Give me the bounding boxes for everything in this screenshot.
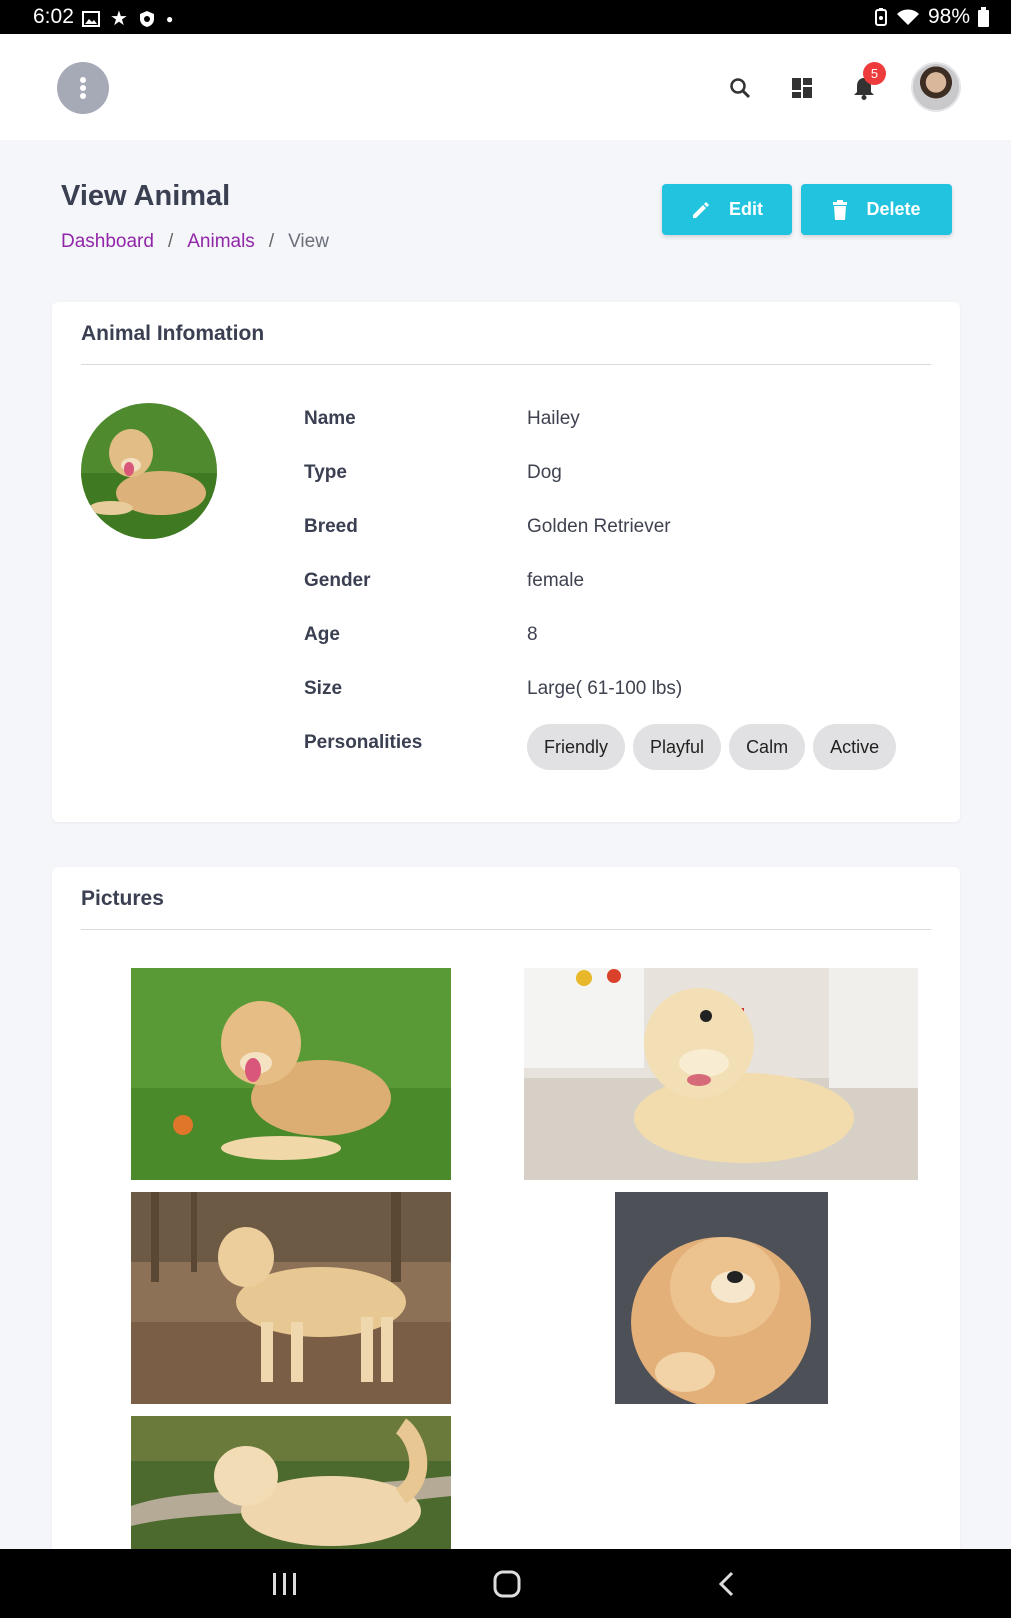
breadcrumb-animals[interactable]: Animals <box>187 231 255 253</box>
breadcrumb-dashboard[interactable]: Dashboard <box>61 231 154 253</box>
dot-icon: ● <box>165 11 174 26</box>
dashboard-icon <box>792 78 812 98</box>
gallery-photo[interactable] <box>524 968 918 1180</box>
battery-icon <box>978 7 989 27</box>
field-value: Golden Retriever <box>527 516 671 537</box>
gallery-photo[interactable] <box>131 1192 451 1404</box>
notification-badge: 5 <box>863 62 886 85</box>
field-label: Size <box>304 678 343 699</box>
divider <box>81 929 931 930</box>
status-time: 6:02 <box>33 5 74 28</box>
status-notification-icons: ★ ● <box>82 6 173 31</box>
personality-chip: Friendly <box>527 724 626 770</box>
personality-chips: Friendly Playful Calm Active <box>527 724 897 770</box>
field-label: Breed <box>304 516 358 537</box>
dashboard-button[interactable] <box>785 71 819 105</box>
user-avatar[interactable] <box>911 62 961 112</box>
dog-on-floor-photo <box>524 968 918 1180</box>
search-icon <box>730 78 751 99</box>
field-label: Age <box>304 624 340 645</box>
app-bar: 5 <box>0 34 1011 140</box>
dog-in-forest-photo <box>131 1192 451 1404</box>
field-value: Large( 61-100 lbs) <box>527 678 683 699</box>
personality-chip: Active <box>813 724 897 770</box>
status-system-icons: 98% <box>874 5 989 29</box>
back-icon <box>718 1571 734 1597</box>
recent-apps-icon <box>273 1573 296 1595</box>
status-bar: 6:02 ★ ● 98% <box>0 0 1011 34</box>
image-icon <box>82 10 100 27</box>
battery-saver-icon <box>874 8 887 26</box>
breadcrumb-separator: / <box>167 231 174 252</box>
field-label: Gender <box>304 570 371 591</box>
gallery-photo[interactable] <box>131 1416 451 1549</box>
field-value: Dog <box>527 462 562 483</box>
home-button[interactable] <box>492 1569 522 1599</box>
divider <box>81 364 931 365</box>
dog-on-back-photo <box>615 1192 828 1404</box>
trash-icon <box>833 199 848 220</box>
field-value: female <box>527 570 585 591</box>
shield-icon <box>139 10 154 27</box>
dog-on-path-photo <box>131 1416 451 1549</box>
home-icon <box>493 1570 521 1598</box>
edit-button-label: Edit <box>729 199 763 219</box>
field-label: Name <box>304 408 356 429</box>
personality-chip: Playful <box>633 724 722 770</box>
pencil-icon <box>693 201 709 218</box>
gallery-photo[interactable] <box>615 1192 828 1404</box>
system-nav-bar <box>0 1549 1011 1618</box>
vertical-dots-icon <box>80 77 86 99</box>
recent-apps-button[interactable] <box>270 1571 300 1597</box>
page-title: View Animal <box>61 180 231 212</box>
animal-info-title: Animal Infomation <box>81 322 265 345</box>
breadcrumb: Dashboard / Animals / View <box>61 231 329 253</box>
more-menu-button[interactable] <box>57 62 109 114</box>
search-button[interactable] <box>723 71 757 105</box>
star-icon: ★ <box>110 8 128 30</box>
delete-button-label: Delete <box>866 199 921 219</box>
animal-avatar-photo <box>81 403 217 539</box>
delete-button[interactable]: Delete <box>801 184 952 235</box>
breadcrumb-view: View <box>288 231 329 252</box>
edit-button[interactable]: Edit <box>662 184 792 235</box>
dog-on-grass-photo <box>131 968 451 1180</box>
pictures-card: Pictures <box>52 867 960 1567</box>
dog-photo <box>81 403 217 539</box>
field-label: Personalities <box>304 732 423 753</box>
gallery-photo[interactable] <box>131 968 451 1180</box>
field-label: Type <box>304 462 347 483</box>
field-value: Hailey <box>527 408 580 429</box>
breadcrumb-separator: / <box>268 231 275 252</box>
back-button[interactable] <box>715 1570 739 1598</box>
field-value: 8 <box>527 624 538 645</box>
wifi-icon <box>896 9 919 25</box>
personality-chip: Calm <box>729 724 806 770</box>
pictures-title: Pictures <box>81 887 164 910</box>
battery-percent: 98% <box>927 5 970 28</box>
animal-info-card: Animal Infomation Name Hailey Type Dog B… <box>52 302 960 822</box>
